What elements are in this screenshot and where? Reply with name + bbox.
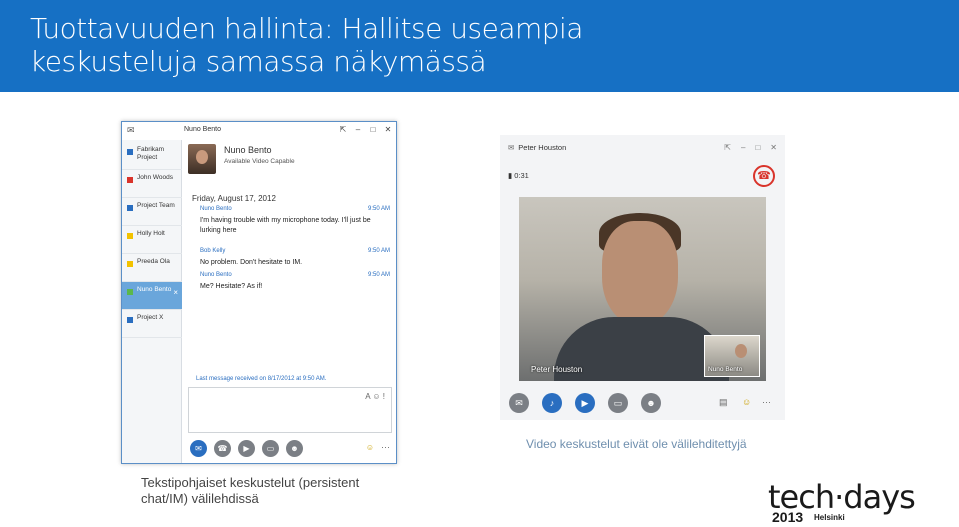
title-banner: Tuottavuuden hallinta: Hallitse useampia… xyxy=(0,0,959,92)
slide: Tuottavuuden hallinta: Hallitse useampia… xyxy=(0,0,959,527)
video-window-controls: ⇱ – □ ✕ xyxy=(714,143,777,152)
video-window-title-text: Peter Houston xyxy=(518,143,567,152)
self-view-video[interactable]: Nuno Bento xyxy=(704,335,760,377)
tab-label: Nuno Bento xyxy=(137,286,172,293)
tab-label: Holly Holt xyxy=(137,230,165,237)
tab-label: Project Team xyxy=(137,202,175,209)
slide-title: Tuottavuuden hallinta: Hallitse useampia… xyxy=(30,12,583,78)
close-button[interactable]: ✕ xyxy=(383,125,393,134)
group-chat-icon xyxy=(127,149,133,155)
logo-city: Helsinki xyxy=(814,513,845,522)
tab-project-x[interactable]: Project X xyxy=(122,310,182,338)
microphone-icon[interactable]: ♪ xyxy=(542,393,562,413)
conversation-history: Friday, August 17, 2012 Nuno Bento 9:50 … xyxy=(186,184,392,394)
device-icon[interactable]: ▤ xyxy=(719,397,728,408)
call-timer-value: 0:31 xyxy=(514,171,529,180)
more-options-icon[interactable]: ··· xyxy=(381,442,390,452)
close-tab-icon[interactable]: × xyxy=(173,288,178,297)
presence-busy-icon xyxy=(127,177,133,183)
contact-name: Nuno Bento xyxy=(224,145,272,155)
close-button[interactable]: ✕ xyxy=(770,143,777,152)
message-sender: Nuno Bento xyxy=(200,206,232,212)
participants-icon[interactable]: ☻ xyxy=(286,440,303,457)
video-person-face xyxy=(602,221,678,325)
tab-label: Preeda Ola xyxy=(137,258,170,265)
conversation-tabs: Fabrikam Project John Woods Project Team… xyxy=(122,140,182,463)
techdays-logo: tech·days 2013 Helsinki xyxy=(768,481,938,525)
emoticon-icon[interactable]: ☺ xyxy=(366,443,374,452)
message-input[interactable]: A ☺ ! xyxy=(188,387,392,433)
tab-project-team[interactable]: Project Team xyxy=(122,198,182,226)
im-titlebar: ✉ Nuno Bento ⇱ – □ ✕ xyxy=(122,122,396,140)
logo-year: 2013 xyxy=(772,509,804,525)
tabs-caption: Tekstipohjaiset keskustelut (persistent … xyxy=(141,475,360,506)
maximize-button[interactable]: □ xyxy=(755,143,760,152)
tab-label: Fabrikam Project xyxy=(137,146,165,161)
group-chat-icon xyxy=(127,205,133,211)
video-toolbar: ✉ ♪ ▶ ▭ ☻ ▤ ☺ ··· xyxy=(500,391,785,417)
participants-icon[interactable]: ☻ xyxy=(641,393,661,413)
presence-away-icon xyxy=(127,261,133,267)
message-sender: Nuno Bento xyxy=(200,272,232,278)
last-message-notice: Last message received on 8/17/2012 at 9:… xyxy=(196,376,327,382)
self-view-face xyxy=(735,344,747,358)
group-chat-icon xyxy=(127,317,133,323)
contact-status: Available Video Capable xyxy=(224,158,295,165)
message-text: Me? Hesitate? As if! xyxy=(200,283,263,290)
tab-fabrikam-project[interactable]: Fabrikam Project xyxy=(122,142,182,170)
tab-john-woods[interactable]: John Woods xyxy=(122,170,182,198)
presence-away-icon xyxy=(127,233,133,239)
tab-nuno-bento[interactable]: Nuno Bento × xyxy=(122,282,182,310)
im-icon[interactable]: ✉ xyxy=(190,440,207,457)
tab-label: John Woods xyxy=(137,174,174,181)
title-line-2: keskusteluja samassa näkymässä xyxy=(30,45,487,78)
popout-icon[interactable]: ⇱ xyxy=(724,143,731,152)
im-conversation-window: ✉ Nuno Bento ⇱ – □ ✕ Fabrikam Project Jo… xyxy=(121,121,397,464)
popout-icon[interactable]: ⇱ xyxy=(338,125,348,134)
message-text: I'm having trouble with my microphone to… xyxy=(200,217,371,234)
tab-preeda-ola[interactable]: Preeda Ola xyxy=(122,254,182,282)
video-participant-name: Peter Houston xyxy=(531,365,583,374)
title-line-1: Tuottavuuden hallinta: Hallitse useampia xyxy=(30,12,583,45)
present-icon[interactable]: ▭ xyxy=(262,440,279,457)
conversation-toolbar: ✉ ☎ ▶ ▭ ☻ ☺ ··· xyxy=(184,436,396,462)
lync-icon: ✉ xyxy=(127,125,135,135)
message-time: 9:50 AM xyxy=(367,206,390,212)
self-view-name: Nuno Bento xyxy=(708,366,743,373)
present-icon[interactable]: ▭ xyxy=(608,393,628,413)
presence-available-icon xyxy=(127,289,133,295)
video-conversation-window: ✉ Peter Houston ⇱ – □ ✕ ▮ 0:31 ☎ Peter Houst… xyxy=(500,135,785,420)
minimize-button[interactable]: – xyxy=(353,125,363,134)
video-feed: Peter Houston Nuno Bento xyxy=(519,197,766,381)
hang-up-button[interactable]: ☎ xyxy=(753,165,775,187)
tab-holly-holt[interactable]: Holly Holt xyxy=(122,226,182,254)
tab-label: Project X xyxy=(137,314,164,321)
message-time: 9:50 AM xyxy=(367,272,390,278)
message-time: 9:50 AM xyxy=(367,248,390,254)
im-icon[interactable]: ✉ xyxy=(509,393,529,413)
input-tools[interactable]: A ☺ ! xyxy=(365,392,385,401)
video-icon[interactable]: ▶ xyxy=(575,393,595,413)
more-options-icon[interactable]: ··· xyxy=(762,397,771,407)
avatar[interactable] xyxy=(188,144,216,174)
video-caption: Video keskustelut eivät ole välilehditet… xyxy=(526,437,747,451)
video-window-title: ✉ Peter Houston xyxy=(508,143,566,152)
contact-card: Nuno Bento Available Video Capable xyxy=(186,144,394,176)
im-window-title: Nuno Bento xyxy=(184,126,221,133)
minimize-button[interactable]: – xyxy=(741,143,745,152)
maximize-button[interactable]: □ xyxy=(368,125,378,134)
call-timer: ▮ 0:31 xyxy=(508,171,529,180)
conversation-date: Friday, August 17, 2012 xyxy=(192,194,276,203)
emoticon-icon[interactable]: ☺ xyxy=(742,397,751,407)
lync-icon: ✉ xyxy=(508,143,515,152)
message-sender: Bob Kelly xyxy=(200,248,226,254)
video-icon[interactable]: ▶ xyxy=(238,440,255,457)
message-text: No problem. Don't hesitate to IM. xyxy=(200,259,303,266)
phone-icon[interactable]: ☎ xyxy=(214,440,231,457)
